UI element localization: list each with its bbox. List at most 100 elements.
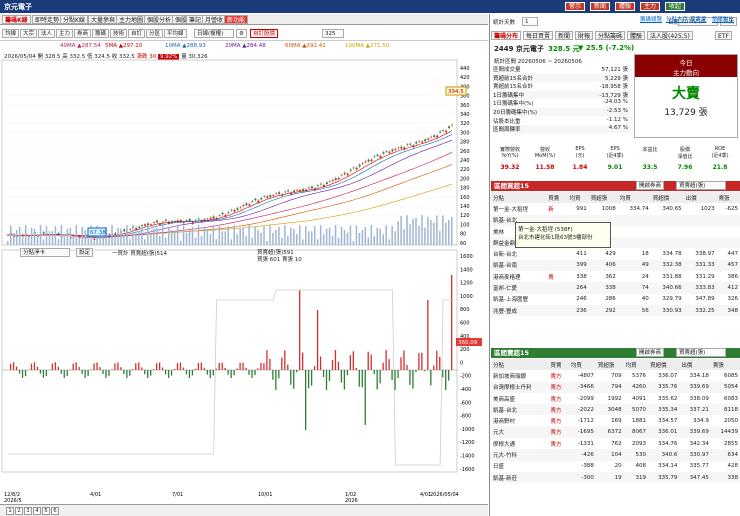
table-cell: 74 bbox=[641, 285, 649, 292]
table-cell: 530 bbox=[635, 452, 646, 459]
volume-bar bbox=[287, 235, 289, 245]
buy-sort-select[interactable]: 買賣超(張) bbox=[676, 181, 726, 190]
table-row[interactable]: 港商野村 賣方 -1712 169 1881 334.57 334.9 2050 bbox=[491, 415, 740, 427]
chip-bar bbox=[346, 370, 349, 376]
table-row[interactable]: 台灣摩根士丹利 賣方 -3466 794 4260 335.76 339.69 5054 bbox=[491, 381, 740, 393]
link-compare[interactable]: 整體對比 bbox=[712, 15, 734, 23]
price-axis-label: 140 bbox=[460, 204, 470, 210]
page-4[interactable]: 4 bbox=[33, 507, 41, 515]
candle bbox=[197, 218, 200, 220]
indicator-settings-button[interactable]: 設定 bbox=[76, 248, 94, 257]
right-tab[interactable]: 財報 bbox=[575, 31, 594, 40]
table-cell: 賣方 bbox=[550, 430, 562, 437]
right-tab[interactable]: 法人股(425,5) bbox=[647, 31, 693, 40]
stats-title: 統計區間 20260506 ~ 20260506 bbox=[494, 59, 582, 65]
main-force-button[interactable]: 主力 bbox=[640, 2, 661, 11]
chip-bar bbox=[93, 363, 95, 370]
table-cell: -388 bbox=[581, 463, 594, 470]
table-row[interactable]: 台新-台北 411 429 18 334.78 338.97 447 bbox=[491, 248, 740, 260]
chip-bar bbox=[191, 370, 194, 376]
low-mark-text: 67.38 bbox=[90, 230, 106, 236]
candle bbox=[316, 185, 319, 187]
price-axis-label: 320 bbox=[460, 121, 470, 127]
volume-bar bbox=[194, 237, 197, 245]
fin-value: 7.96 bbox=[677, 164, 693, 171]
volume-bar bbox=[325, 228, 328, 245]
volume-bar bbox=[21, 237, 24, 245]
volume-bar bbox=[170, 230, 173, 245]
link-diff[interactable]: 買賣差 bbox=[690, 15, 707, 23]
chip-bar bbox=[114, 363, 116, 370]
candle bbox=[278, 192, 281, 194]
chip-bar bbox=[63, 370, 65, 378]
collapse-button[interactable]: 收起 bbox=[665, 2, 686, 11]
candle bbox=[310, 186, 313, 189]
page-2[interactable]: 2 bbox=[15, 507, 23, 515]
news-button[interactable]: 新聞 bbox=[590, 2, 611, 11]
right-tab[interactable]: 每日買賣 bbox=[523, 31, 554, 40]
today-box: 今日 主力動向 大賣 13,729 張 bbox=[634, 54, 738, 138]
candle bbox=[42, 232, 45, 234]
table-row[interactable]: 凱基-新莊 -300 19 319 335.79 347.45 338 bbox=[491, 471, 740, 484]
alert-button[interactable]: 警示 bbox=[565, 2, 586, 11]
chip-bar bbox=[254, 370, 256, 376]
sell-sort-select[interactable]: 買賣超(張) bbox=[676, 348, 726, 357]
chip-bar bbox=[224, 367, 226, 370]
candle bbox=[164, 219, 167, 221]
current-value-text: 360.09 bbox=[458, 340, 478, 346]
link-branch[interactable]: 分點大戶 bbox=[666, 15, 688, 23]
table-row[interactable]: 日盛 -388 20 408 334.14 335.77 428 bbox=[491, 460, 740, 472]
chip-bar bbox=[188, 370, 191, 378]
table-row[interactable]: 元大 賣方 -1695 6372 8067 336.01 339.69 14439 bbox=[491, 426, 740, 439]
volume-bar bbox=[400, 216, 402, 245]
table-row[interactable]: 凱基-上海匯豐 246 286 40 329.79 347.89 326 bbox=[491, 293, 740, 305]
table-cell: 19 bbox=[614, 474, 622, 481]
link-overview[interactable]: 籌碼總覽 bbox=[640, 15, 662, 23]
table-row[interactable]: 凱基-台北 賣方 -2022 3048 5070 335.34 337.21 8118 bbox=[491, 404, 740, 416]
price-chart[interactable]: 4404204003803603403203002802602402202001… bbox=[0, 0, 488, 504]
volume-bar bbox=[45, 226, 48, 245]
volume-bar bbox=[269, 225, 271, 245]
chip-bar bbox=[126, 370, 128, 378]
table-row[interactable]: 元大-竹科 -426 104 530 340.6 330.97 634 bbox=[491, 449, 740, 461]
candle bbox=[340, 174, 343, 176]
price-axis-label: 160 bbox=[460, 195, 470, 201]
sell-table: 分點 買賣 均買 買超張 均買 買超價 出價 賣張 新加坡商瑞銀 賣方 -4807 709 5376 33… bbox=[491, 359, 740, 484]
table-row[interactable]: 兆豐-豐成 236 292 56 330.93 332.25 348 bbox=[491, 304, 740, 317]
trial-button[interactable]: 體驗 bbox=[615, 2, 636, 11]
table-row[interactable]: 新加坡商瑞銀 賣方 -4807 709 5376 336.07 334.18 6085 bbox=[491, 370, 740, 382]
table-row[interactable]: 第一金-大稻埕 新 991 1008 334.74 340.65 1023 -625 bbox=[491, 203, 740, 215]
volume-bar bbox=[406, 215, 408, 245]
indicator-select[interactable]: 分點淨卡 bbox=[20, 248, 70, 257]
candle bbox=[418, 141, 421, 142]
right-tab[interactable]: 分點籌碼 bbox=[595, 31, 626, 40]
candle bbox=[150, 224, 153, 226]
volume-bar bbox=[361, 229, 364, 245]
days-select[interactable]: 1 bbox=[522, 17, 538, 26]
right-tab[interactable]: 體驗 bbox=[627, 31, 646, 40]
table-cell: 18 bbox=[641, 251, 649, 258]
volume-bar bbox=[209, 234, 212, 245]
page-1[interactable]: 1 bbox=[6, 507, 14, 515]
candle bbox=[138, 226, 141, 228]
page-6[interactable]: 6 bbox=[51, 507, 59, 515]
table-row[interactable]: 凱基-台南 399 406 49 332.38 331.33 457 bbox=[491, 259, 740, 272]
chip-bar bbox=[433, 365, 435, 370]
table-row[interactable]: 富邦-仁愛 264 338 74 340.66 333.83 412 bbox=[491, 282, 740, 294]
volume-bar bbox=[30, 227, 33, 245]
right-tab[interactable]: 新聞 bbox=[555, 31, 574, 40]
candle bbox=[331, 179, 334, 182]
table-row[interactable]: 美商高盛 賣方 -2099 1992 4091 335.62 338.09 6083 bbox=[491, 392, 740, 405]
table-row[interactable]: 港商麥格理 賣 338 362 24 331.88 331.29 386 bbox=[491, 271, 740, 283]
page-3[interactable]: 3 bbox=[24, 507, 32, 515]
table-row[interactable]: 摩根大通 賣方 -1331 762 2093 334.76 342.34 2855 bbox=[491, 438, 740, 450]
volume-bar bbox=[302, 239, 304, 245]
buy-broker-select[interactable]: 開啟券商 bbox=[636, 181, 665, 190]
table-cell: 386 bbox=[727, 273, 739, 280]
chip-bar bbox=[15, 366, 18, 370]
page-5[interactable]: 5 bbox=[42, 507, 50, 515]
right-tab[interactable]: ETF bbox=[715, 31, 732, 40]
right-tab[interactable]: 籌碼分布 bbox=[491, 31, 522, 40]
volume-bar bbox=[156, 227, 158, 245]
sell-broker-select[interactable]: 開啟券商 bbox=[636, 348, 665, 357]
